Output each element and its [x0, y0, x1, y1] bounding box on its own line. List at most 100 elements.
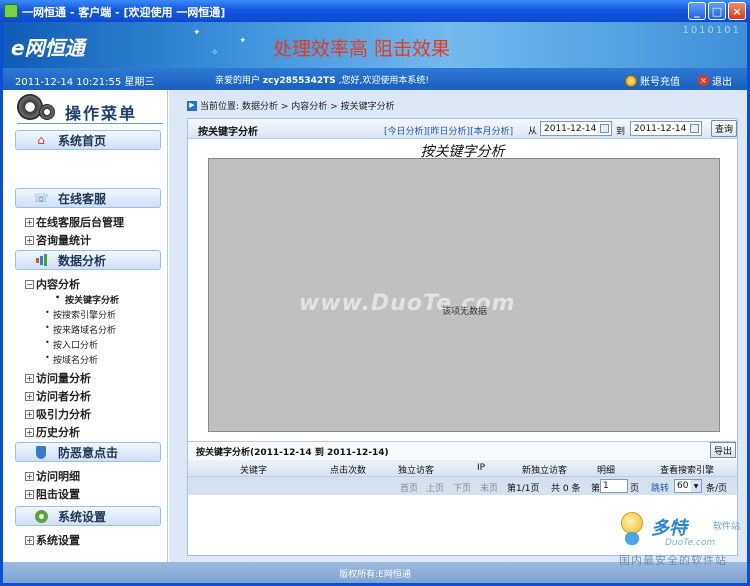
exit-icon: × [698, 75, 709, 86]
sidebar-item-label: 在线客服后台管理 [36, 216, 124, 229]
today-link[interactable]: [今日分析] [384, 127, 427, 137]
column-header[interactable]: 新独立访客 [522, 463, 567, 476]
maximize-button[interactable]: □ [708, 2, 726, 20]
section-label: 数据分析 [58, 253, 107, 268]
breadcrumb: ▶ 当前位置: 数据分析 > 内容分析 > 按关键字分析 [187, 99, 395, 112]
star-decoration: ✦ [193, 28, 201, 38]
banner-slogan: 处理效率高 阻击效果 [273, 38, 451, 60]
menu-header: 操作菜单 [17, 94, 163, 124]
welcome-suffix: ,您好,欢迎使用本系统! [338, 76, 430, 86]
sidebar: 操作菜单 ⌂ 系统首页 ☏ 在线客服 + 在线客服后台管理 + 咨询量统计 数据… [3, 90, 168, 562]
table-header: 关键字 点击次数 独立访客 IP 新独立访客 明细 查看搜索引擎 [188, 460, 737, 477]
last-page-link[interactable]: 末页 [480, 481, 498, 494]
calendar-icon[interactable] [600, 124, 609, 133]
recharge-link[interactable]: 账号充值 [625, 73, 680, 88]
sidebar-item-backend[interactable]: + 在线客服后台管理 [25, 214, 124, 230]
app-logo: e网恒通 [11, 36, 85, 60]
minimize-button[interactable]: _ [688, 2, 706, 20]
date-from-value: 2011-12-14 [544, 123, 597, 134]
window-titlebar[interactable]: 一网恒通 - 客户端 - [欢迎使用 一网恒通] _ □ × [0, 0, 750, 22]
collapse-icon: − [25, 279, 34, 289]
sidebar-item-consult[interactable]: + 咨询量统计 [25, 232, 91, 248]
column-header[interactable]: 查看搜索引擎 [660, 463, 714, 476]
site-domain: DuoTe.com [665, 538, 716, 548]
sidebar-item-attraction[interactable]: + 吸引力分析 [25, 406, 91, 422]
chart-area: www.DuoTe.com 该项无数据 [208, 158, 720, 432]
column-header[interactable]: 关键字 [240, 463, 267, 476]
sidebar-item-label: 系统设置 [36, 534, 80, 547]
menu-title: 操作菜单 [65, 104, 138, 123]
gear-icon [39, 104, 55, 120]
sidebar-subitem-domain[interactable]: 按域名分析 [45, 353, 98, 366]
sidebar-item-sys-settings[interactable]: + 系统设置 [25, 532, 80, 548]
close-button[interactable]: × [728, 2, 746, 20]
month-link[interactable]: [本月分析] [470, 127, 513, 137]
export-button[interactable]: 导出 [710, 442, 736, 458]
expand-icon: + [25, 235, 34, 245]
sidebar-item-visitors[interactable]: + 访问者分析 [25, 388, 91, 404]
report-toolbar: 按关键字分析 [今日分析][昨日分析][本月分析] 从 2011-12-14 到… [188, 119, 737, 139]
sidebar-item-visits[interactable]: + 访问量分析 [25, 370, 91, 386]
home-icon: ⌂ [37, 133, 45, 147]
section-home[interactable]: ⌂ 系统首页 [15, 130, 161, 150]
column-header[interactable]: 点击次数 [330, 463, 366, 476]
section-data[interactable]: 数据分析 [15, 250, 161, 270]
column-header[interactable]: 独立访客 [398, 463, 434, 476]
sidebar-item-label: 历史分析 [36, 426, 80, 439]
headset-icon: ☏ [33, 191, 49, 205]
section-label: 防恶意点击 [58, 445, 119, 460]
sidebar-subitem-keyword[interactable]: 按关键字分析 [55, 293, 119, 306]
banner: ✦ ✧ ✦ e网恒通 处理效率高 阻击效果 1010101 [3, 22, 747, 68]
sidebar-subitem-engine[interactable]: 按搜索引擎分析 [45, 308, 116, 321]
chevron-down-icon: ▼ [691, 480, 701, 492]
go-suffix: 页 [630, 484, 640, 494]
sidebar-subitem-entry[interactable]: 按入口分析 [45, 338, 98, 351]
logout-link[interactable]: × 退出 [698, 73, 732, 88]
sidebar-item-label: 阻击设置 [36, 488, 80, 501]
date-to-value: 2011-12-14 [634, 123, 687, 134]
next-page-link[interactable]: 下页 [453, 481, 471, 494]
expand-icon: + [25, 427, 34, 437]
section-online[interactable]: ☏ 在线客服 [15, 188, 161, 208]
page-number-input[interactable]: 1 [600, 479, 628, 493]
sidebar-item-history[interactable]: + 历史分析 [25, 424, 80, 440]
sidebar-item-block-settings[interactable]: + 阻击设置 [25, 486, 80, 502]
recharge-label: 账号充值 [640, 77, 680, 88]
go-prefix: 第 [591, 484, 601, 494]
breadcrumb-label: 当前位置: [200, 102, 240, 112]
site-watermark-logo: 多特 软件站 DuoTe.com 国内最安全的软件站 [613, 510, 747, 567]
jump-button[interactable]: 跳转 [651, 481, 669, 494]
first-page-link[interactable]: 首页 [400, 481, 418, 494]
date-from-input[interactable]: 2011-12-14 [540, 121, 612, 136]
sidebar-subitem-referrer[interactable]: 按来路域名分析 [45, 323, 116, 336]
to-label: 到 [616, 127, 626, 137]
banner-binary: 1010101 [682, 25, 741, 36]
sidebar-item-label: 吸引力分析 [36, 408, 91, 421]
column-header[interactable]: IP [477, 463, 485, 473]
quick-range-links: [今日分析][昨日分析][本月分析] [384, 124, 513, 137]
site-brand-sub: 软件站 [713, 522, 741, 532]
query-button[interactable]: 查询 [711, 120, 737, 137]
section-defense[interactable]: 防恶意点击 [15, 442, 161, 462]
expand-icon: + [25, 373, 34, 383]
welcome-prefix: 亲爱的用户 [215, 76, 261, 86]
chart-no-data-message: 该项无数据 [442, 307, 488, 317]
section-settings[interactable]: 系统设置 [15, 506, 161, 526]
expand-icon: + [25, 489, 34, 499]
sidebar-item-content[interactable]: − 内容分析 [25, 276, 80, 292]
page-size-select[interactable]: 60 ▼ [674, 479, 702, 493]
per-page-label: 条/页 [706, 484, 728, 494]
summary-title: 按关键字分析(2011-12-14 到 2011-12-14) [196, 448, 389, 458]
info-bar: 2011-12-14 10:21:55 星期三 亲爱的用户 zcy2855342… [3, 68, 747, 90]
yesterday-link[interactable]: [昨日分析] [427, 127, 470, 137]
section-label: 系统首页 [58, 133, 107, 148]
location-icon: ▶ [187, 100, 197, 111]
column-header[interactable]: 明细 [597, 463, 615, 476]
prev-page-link[interactable]: 上页 [426, 481, 444, 494]
date-to-input[interactable]: 2011-12-14 [630, 121, 702, 136]
calendar-icon[interactable] [690, 124, 699, 133]
sidebar-item-label: 访问明细 [36, 470, 80, 483]
sidebar-item-visit-detail[interactable]: + 访问明细 [25, 468, 80, 484]
section-label: 在线客服 [58, 191, 107, 206]
window-title: 一网恒通 - 客户端 - [欢迎使用 一网恒通] [22, 6, 226, 19]
